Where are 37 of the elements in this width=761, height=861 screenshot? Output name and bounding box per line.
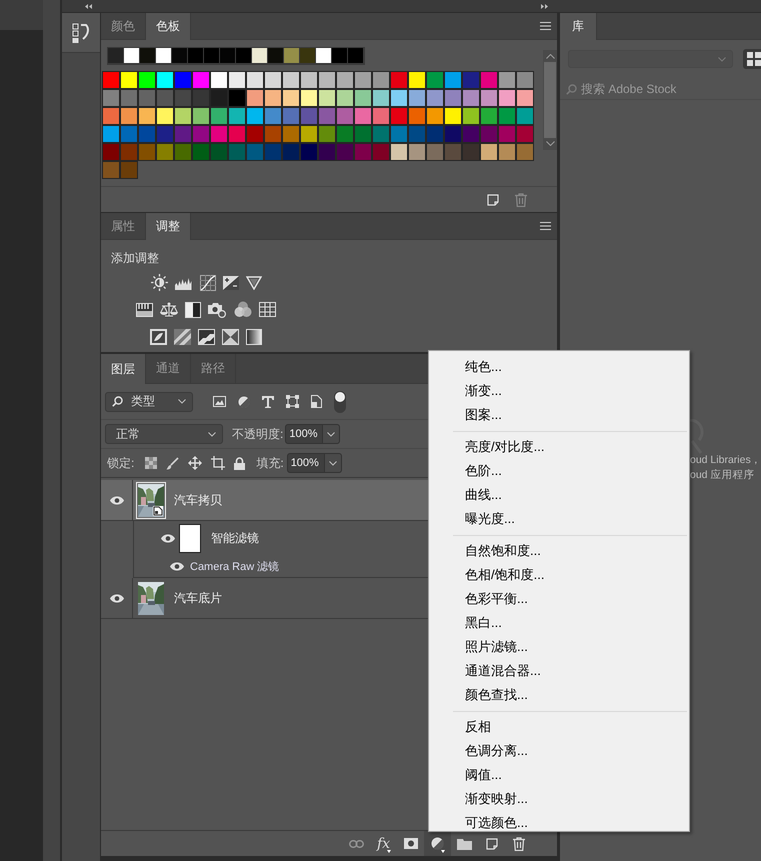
menu-item[interactable]: 图案... — [429, 403, 689, 427]
fill-label: 填充: — [256, 454, 284, 472]
panel-tab[interactable]: 图层 — [101, 354, 146, 384]
filter-name[interactable]: Camera Raw 滤镜 — [190, 558, 280, 574]
fx-button[interactable]: fx — [370, 831, 397, 856]
menu-item[interactable]: 渐变映射... — [429, 787, 689, 811]
layer-name: 汽车拷贝 — [174, 492, 222, 508]
layer-name: 汽车底片 — [174, 590, 222, 606]
search-field[interactable]: 搜索 Adobe Stock — [581, 82, 751, 96]
library-message: oud 应用程序 — [690, 468, 756, 483]
opacity-field[interactable]: 100% — [285, 424, 324, 444]
menu-item[interactable]: 渐变... — [429, 379, 689, 403]
menu-item[interactable]: 照片滤镜... — [429, 635, 689, 659]
panel-tab[interactable]: 调整 — [146, 213, 191, 240]
panel-tab[interactable]: 色板 — [146, 13, 191, 40]
menu-item[interactable]: 自然饱和度... — [429, 539, 689, 563]
panel-tab[interactable]: 通道 — [146, 354, 191, 383]
menu-item[interactable]: 阈值... — [429, 763, 689, 787]
fill-field[interactable]: 100% — [286, 453, 325, 473]
panel-tab[interactable]: 库 — [560, 13, 597, 40]
filter-dropdown[interactable]: 类型 — [105, 392, 193, 412]
opacity-label: 不透明度: — [232, 426, 284, 442]
panel-heading: 添加调整 — [110, 250, 160, 266]
filter-value: 类型 — [130, 393, 156, 410]
lock-label: 锁定: — [107, 454, 134, 472]
panel-tab[interactable]: 路径 — [191, 354, 236, 383]
menu-item[interactable]: 纯色... — [429, 355, 689, 379]
menu-item[interactable]: 亮度/对比度... — [429, 435, 689, 459]
layer-name: 智能滤镜 — [211, 530, 259, 546]
menu-item[interactable]: 色调分离... — [429, 739, 689, 763]
menu-item[interactable]: 通道混合器... — [429, 659, 689, 683]
menu-item[interactable]: 反相 — [429, 715, 689, 739]
menu-item[interactable]: 颜色查找... — [429, 683, 689, 707]
menu-item[interactable]: 色阶... — [429, 459, 689, 483]
blend-mode-dropdown[interactable]: 正常 — [105, 424, 223, 444]
library-message: oud Libraries， — [690, 453, 761, 468]
menu-item[interactable]: 可选颜色... — [429, 811, 689, 835]
